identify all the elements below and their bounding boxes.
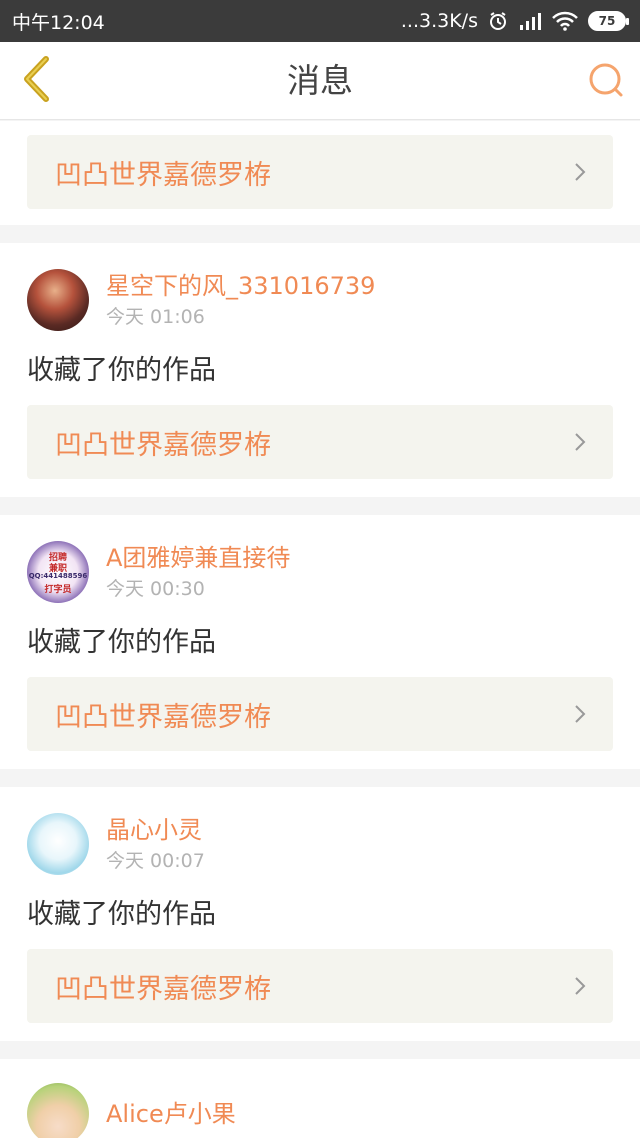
message-time: 今天 01:06 bbox=[106, 306, 205, 328]
search-button[interactable] bbox=[586, 62, 626, 102]
message-card: 招聘 兼职 QQ:441488596 打字员 A团雅婷兼直接待 今天 00:30… bbox=[0, 515, 640, 769]
user-row[interactable]: 星空下的风_331016739 今天 01:06 bbox=[27, 269, 613, 331]
message-card: 凹凸世界嘉德罗栫 bbox=[0, 121, 640, 225]
user-meta: A团雅婷兼直接待 今天 00:30 bbox=[106, 542, 290, 602]
signal-icon bbox=[518, 11, 542, 31]
work-title: 凹凸世界嘉德罗栫 bbox=[55, 429, 271, 461]
user-meta: 星空下的风_331016739 今天 01:06 bbox=[106, 270, 375, 330]
action-text: 收藏了你的作品 bbox=[27, 355, 216, 386]
messages-screen: 中午12:04 ...3.3K/s 75 消息 凹凸世界嘉德罗栫 星空下的风_3… bbox=[0, 0, 640, 1138]
message-time: 今天 00:07 bbox=[106, 850, 205, 872]
message-card: 星空下的风_331016739 今天 01:06 收藏了你的作品 凹凸世界嘉德罗… bbox=[0, 243, 640, 497]
avatar[interactable]: 招聘 兼职 QQ:441488596 打字员 bbox=[27, 541, 89, 603]
status-bar: 中午12:04 ...3.3K/s 75 bbox=[0, 0, 640, 42]
alarm-icon bbox=[488, 11, 508, 31]
action-text: 收藏了你的作品 bbox=[27, 899, 216, 930]
message-card: Alice卢小果 bbox=[0, 1059, 640, 1138]
work-title: 凹凸世界嘉德罗栫 bbox=[55, 159, 271, 191]
user-row[interactable]: Alice卢小果 bbox=[27, 1083, 613, 1138]
user-meta: Alice卢小果 bbox=[106, 1098, 236, 1130]
avatar-text: 打字员 bbox=[44, 585, 72, 595]
user-name[interactable]: A团雅婷兼直接待 bbox=[106, 542, 290, 574]
status-indicators: ...3.3K/s 75 bbox=[400, 10, 629, 32]
work-link[interactable]: 凹凸世界嘉德罗栫 bbox=[27, 405, 613, 479]
status-time: 中午12:04 bbox=[12, 11, 105, 34]
user-name[interactable]: Alice卢小果 bbox=[106, 1098, 236, 1130]
work-title: 凹凸世界嘉德罗栫 bbox=[55, 973, 271, 1005]
chevron-right-icon bbox=[573, 703, 587, 725]
app-header: 消息 bbox=[0, 42, 640, 120]
chevron-right-icon bbox=[573, 431, 587, 453]
battery-icon: 75 bbox=[588, 11, 629, 31]
chevron-right-icon bbox=[573, 975, 587, 997]
page-title: 消息 bbox=[287, 61, 353, 100]
search-icon bbox=[587, 61, 625, 103]
user-name[interactable]: 星空下的风_331016739 bbox=[106, 270, 375, 302]
avatar[interactable] bbox=[27, 1083, 89, 1138]
work-link[interactable]: 凹凸世界嘉德罗栫 bbox=[27, 949, 613, 1023]
user-meta: 晶心小灵 今天 00:07 bbox=[106, 814, 205, 874]
user-name[interactable]: 晶心小灵 bbox=[106, 814, 205, 846]
network-speed: ...3.3K/s bbox=[400, 10, 478, 32]
action-text: 收藏了你的作品 bbox=[27, 627, 216, 658]
message-card: 晶心小灵 今天 00:07 收藏了你的作品 凹凸世界嘉德罗栫 bbox=[0, 787, 640, 1041]
work-link[interactable]: 凹凸世界嘉德罗栫 bbox=[27, 135, 613, 209]
wifi-icon bbox=[552, 11, 578, 31]
message-time: 今天 00:30 bbox=[106, 578, 205, 600]
user-row[interactable]: 晶心小灵 今天 00:07 bbox=[27, 813, 613, 875]
avatar-text: QQ:441488596 bbox=[28, 572, 88, 580]
message-feed[interactable]: 凹凸世界嘉德罗栫 星空下的风_331016739 今天 01:06 收藏了你的作… bbox=[0, 121, 640, 1138]
chevron-right-icon bbox=[573, 161, 587, 183]
avatar[interactable] bbox=[27, 269, 89, 331]
avatar[interactable] bbox=[27, 813, 89, 875]
work-title: 凹凸世界嘉德罗栫 bbox=[55, 701, 271, 733]
work-link[interactable]: 凹凸世界嘉德罗栫 bbox=[27, 677, 613, 751]
user-row[interactable]: 招聘 兼职 QQ:441488596 打字员 A团雅婷兼直接待 今天 00:30 bbox=[27, 541, 613, 603]
